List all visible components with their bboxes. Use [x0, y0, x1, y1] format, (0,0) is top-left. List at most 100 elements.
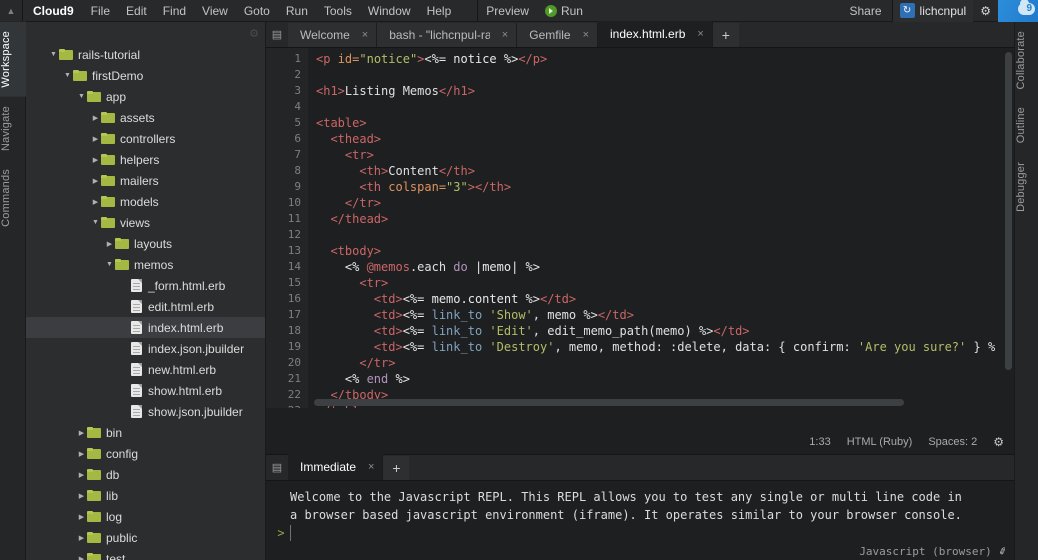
tree-twisty-icon[interactable]: ▶ — [76, 513, 87, 521]
share-button[interactable]: Share — [840, 0, 892, 22]
tree-row[interactable]: ▼ rails-tutorial — [26, 44, 265, 65]
menu-item-file[interactable]: File — [83, 0, 118, 22]
tree-row[interactable]: ▶ db — [26, 464, 265, 485]
gear-icon[interactable]: ⚙ — [973, 4, 998, 18]
tree-twisty-icon[interactable]: ▼ — [62, 72, 73, 79]
tree-twisty-icon[interactable]: ▶ — [76, 555, 87, 560]
repl-prompt-row[interactable]: > — [266, 525, 1014, 541]
code-token: <%= — [402, 340, 432, 354]
menu-item-window[interactable]: Window — [360, 0, 419, 22]
rail-tab-navigate[interactable]: Navigate — [0, 97, 26, 160]
editor-settings-gear-icon[interactable]: ⚙ — [993, 435, 1004, 449]
rail-tab-outline[interactable]: Outline — [1015, 98, 1038, 152]
tree-row[interactable]: ▶ public — [26, 527, 265, 548]
tree-row[interactable]: ▶ controllers — [26, 128, 265, 149]
menu-item-view[interactable]: View — [194, 0, 236, 22]
rail-tab-collaborate[interactable]: Collaborate — [1015, 22, 1038, 98]
tree-item-label: controllers — [120, 131, 176, 146]
cursor-position-label[interactable]: 1:33 — [809, 436, 830, 448]
tree-row[interactable]: ▼ firstDemo — [26, 65, 265, 86]
tree-row[interactable]: ▼ views — [26, 212, 265, 233]
tree-twisty-icon[interactable]: ▶ — [76, 450, 87, 458]
tree-row[interactable]: ▶ mailers — [26, 170, 265, 191]
tree-twisty-icon[interactable]: ▶ — [76, 492, 87, 500]
tree-twisty-icon[interactable]: ▼ — [76, 93, 87, 100]
panel-toggle-icon[interactable]: ▤ — [266, 21, 288, 47]
tree-row[interactable]: ▶ config — [26, 443, 265, 464]
code-line: <th colspan="3"></th> — [316, 179, 1014, 195]
run-button[interactable]: Run — [537, 0, 591, 22]
rail-tab-commands[interactable]: Commands — [0, 160, 26, 236]
tree-twisty-icon[interactable]: ▶ — [90, 177, 101, 185]
tree-row[interactable]: ▶ bin — [26, 422, 265, 443]
close-icon[interactable]: × — [496, 29, 508, 41]
code-token: <td> — [316, 324, 403, 338]
tree-row[interactable]: ▶ layouts — [26, 233, 265, 254]
tree-row[interactable]: ▶ test — [26, 548, 265, 560]
close-icon[interactable]: × — [362, 461, 374, 473]
tree-twisty-icon[interactable]: ▶ — [76, 534, 87, 542]
preview-button[interactable]: Preview — [478, 0, 537, 22]
clear-console-icon[interactable]: ✐ — [997, 543, 1009, 559]
tree-row[interactable]: ▶ models — [26, 191, 265, 212]
tree-row[interactable]: ▶ assets — [26, 107, 265, 128]
tree-row[interactable]: ▼ app — [26, 86, 265, 107]
new-tab-button[interactable]: + — [712, 23, 739, 47]
triangle-up-icon[interactable]: ▲ — [0, 0, 22, 22]
tree-row[interactable]: ▼ memos — [26, 254, 265, 275]
tree-twisty-icon[interactable]: ▶ — [76, 471, 87, 479]
indent-setting-label[interactable]: Spaces: 2 — [928, 436, 977, 448]
menu-item-tools[interactable]: Tools — [316, 0, 360, 22]
tree-twisty-icon[interactable]: ▼ — [104, 261, 115, 268]
tree-row[interactable]: new.html.erb — [26, 359, 265, 380]
tree-row[interactable]: _form.html.erb — [26, 275, 265, 296]
editor-vertical-scrollbar[interactable] — [1005, 52, 1012, 382]
tab-gemfile[interactable]: Gemfile × — [517, 23, 599, 47]
tree-settings-gear-icon[interactable]: ⚙ — [249, 27, 259, 40]
tree-twisty-icon[interactable]: ▶ — [76, 429, 87, 437]
cloud9-logo-icon[interactable]: 9 — [998, 0, 1038, 22]
tree-row[interactable]: show.json.jbuilder — [26, 401, 265, 422]
rail-tab-workspace[interactable]: Workspace — [0, 22, 26, 97]
tree-twisty-icon[interactable]: ▶ — [90, 156, 101, 164]
tree-twisty-icon[interactable]: ▶ — [90, 198, 101, 206]
runtime-label[interactable]: Javascript (browser) — [859, 545, 991, 558]
close-icon[interactable]: × — [691, 28, 703, 40]
tree-row[interactable]: ▶ log — [26, 506, 265, 527]
rail-tab-debugger[interactable]: Debugger — [1015, 153, 1038, 221]
tab-welcome[interactable]: Welcome × — [288, 23, 378, 47]
menu-item-edit[interactable]: Edit — [118, 0, 155, 22]
menu-item-run[interactable]: Run — [278, 0, 316, 22]
user-menu[interactable]: ↻ lichcnpul — [892, 0, 974, 22]
console-panel-toggle-icon[interactable]: ▤ — [266, 454, 288, 480]
tree-twisty-icon[interactable]: ▼ — [48, 51, 59, 58]
console-tab-immediate[interactable]: Immediate × — [288, 454, 384, 480]
language-mode-label[interactable]: HTML (Ruby) — [847, 436, 913, 448]
tree-row[interactable]: ▶ lib — [26, 485, 265, 506]
menu-item-help[interactable]: Help — [419, 0, 460, 22]
tree-row[interactable]: edit.html.erb — [26, 296, 265, 317]
console-new-tab-button[interactable]: + — [383, 456, 410, 480]
code-editor[interactable]: 1234567891011121314151617181920212223242… — [266, 48, 1014, 408]
tree-row[interactable]: index.html.erb — [26, 317, 265, 338]
menu-item-goto[interactable]: Goto — [236, 0, 278, 22]
editor-horizontal-scrollbar[interactable] — [314, 399, 1000, 406]
tree-row[interactable]: index.json.jbuilder — [26, 338, 265, 359]
tree-twisty-icon[interactable]: ▶ — [90, 114, 101, 122]
close-icon[interactable]: × — [577, 29, 589, 41]
code-token: "3" — [446, 180, 468, 194]
code-line: </tr> — [316, 195, 1014, 211]
tree-twisty-icon[interactable]: ▶ — [90, 135, 101, 143]
code-content[interactable]: <p id="notice"><%= notice %></p> <h1>Lis… — [308, 48, 1014, 408]
repl-input[interactable] — [290, 525, 1014, 541]
tree-row[interactable]: ▶ helpers — [26, 149, 265, 170]
close-icon[interactable]: × — [356, 29, 368, 41]
tree-row[interactable]: show.html.erb — [26, 380, 265, 401]
code-token: </thead> — [316, 212, 389, 226]
tree-twisty-icon[interactable]: ▶ — [104, 240, 115, 248]
tab-label: Immediate — [300, 460, 357, 474]
tab-bash-lichcnpul-rail[interactable]: bash - "lichcnpul-rail × — [377, 23, 518, 47]
menu-item-find[interactable]: Find — [155, 0, 194, 22]
tree-twisty-icon[interactable]: ▼ — [90, 219, 101, 226]
tab-index-html-erb[interactable]: index.html.erb × — [598, 21, 713, 47]
